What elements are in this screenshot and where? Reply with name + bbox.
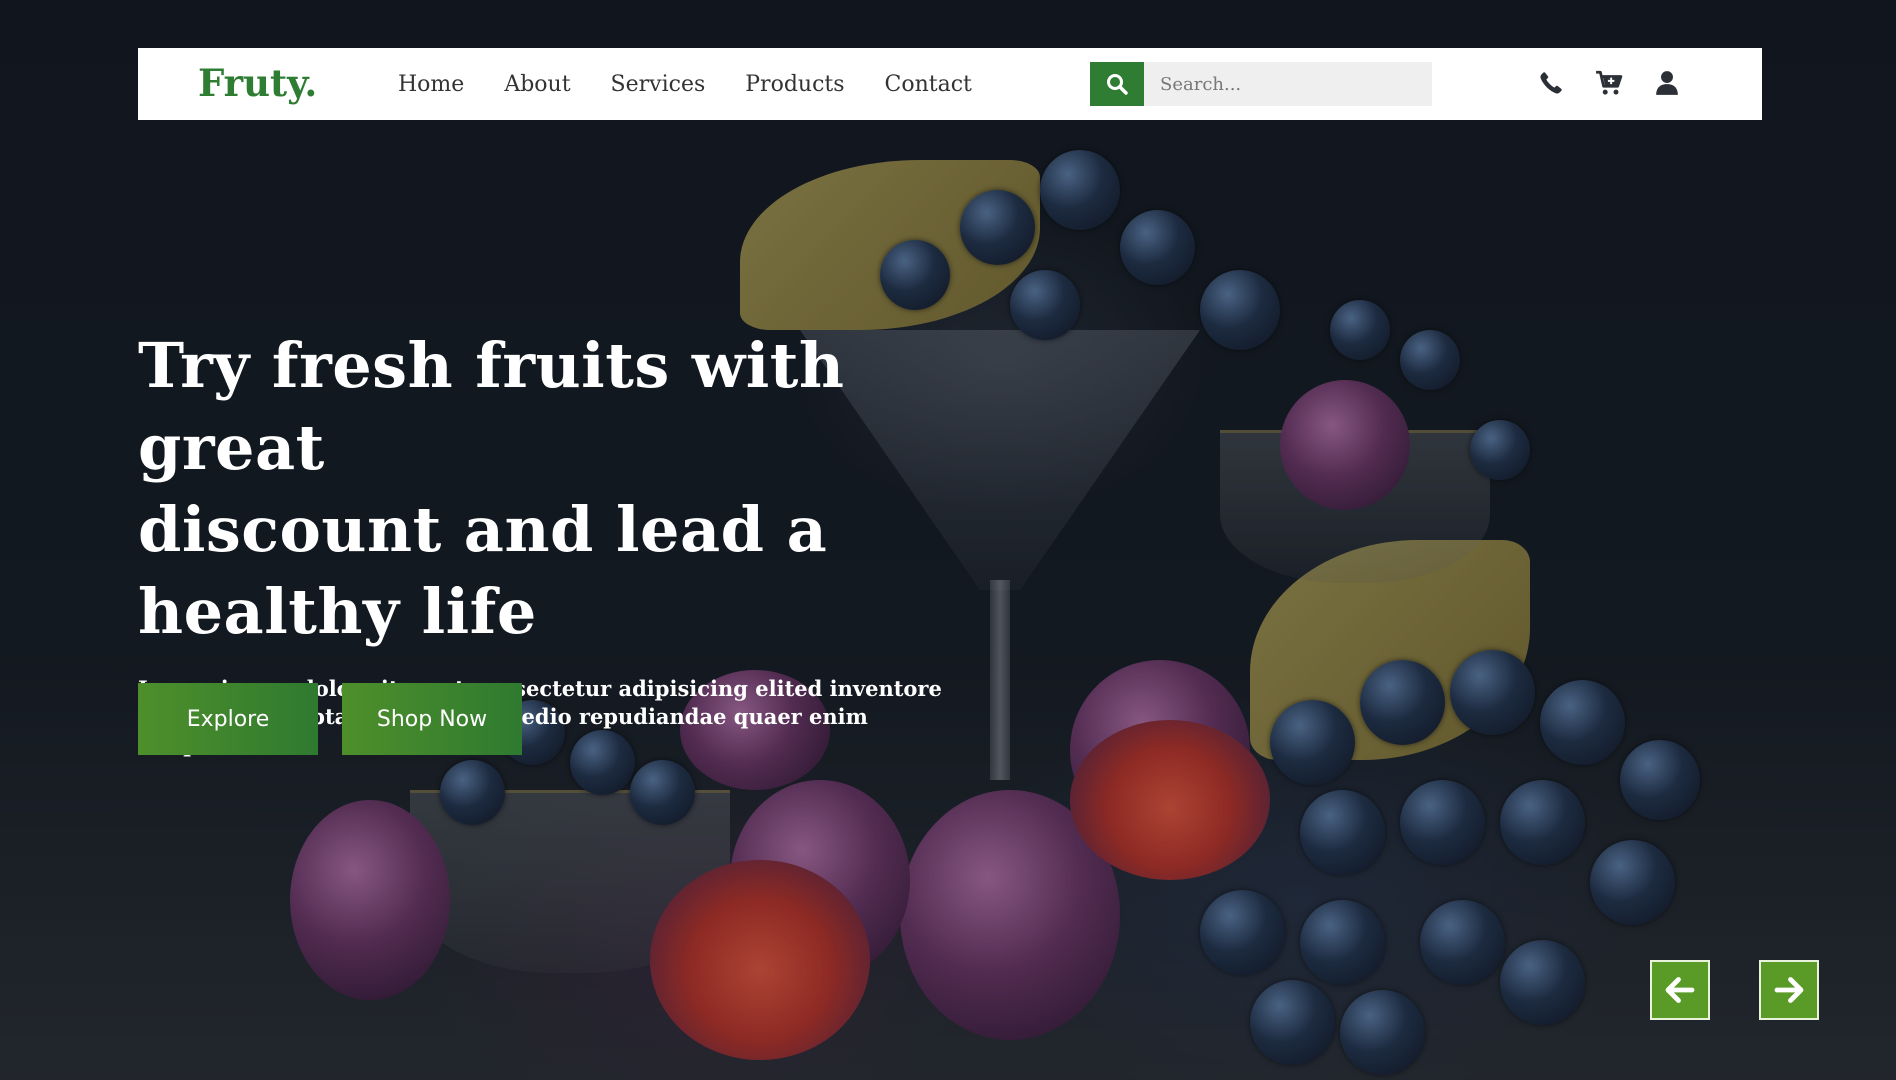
nav-menu: Home About Services Products Contact <box>398 48 1012 120</box>
nav-icons <box>1534 66 1684 100</box>
nav-link-about[interactable]: About <box>504 72 570 97</box>
phone-icon[interactable] <box>1534 66 1568 100</box>
search-button[interactable] <box>1090 62 1144 106</box>
nav-link-home[interactable]: Home <box>398 72 464 97</box>
arrow-right-icon <box>1774 977 1804 1003</box>
search-bar <box>1090 62 1432 106</box>
nav-link-products[interactable]: Products <box>745 72 844 97</box>
user-icon[interactable] <box>1650 66 1684 100</box>
headline-line: healthy life <box>138 575 537 648</box>
nav-link-services[interactable]: Services <box>611 72 706 97</box>
arrow-left-icon <box>1665 977 1695 1003</box>
slider-prev-button[interactable] <box>1650 960 1710 1020</box>
shop-now-button[interactable]: Shop Now <box>342 683 522 755</box>
hero-headline: Try fresh fruits with great discount and… <box>138 325 1038 653</box>
logo[interactable]: Fruty. <box>198 61 317 105</box>
slider-next-button[interactable] <box>1759 960 1819 1020</box>
search-input[interactable] <box>1144 62 1432 106</box>
search-icon <box>1107 74 1128 95</box>
explore-button[interactable]: Explore <box>138 683 318 755</box>
nav-link-contact[interactable]: Contact <box>885 72 972 97</box>
navbar: Fruty. Home About Services Products Cont… <box>138 48 1762 120</box>
headline-line: Try fresh fruits with great <box>138 329 845 484</box>
cart-icon[interactable] <box>1592 66 1626 100</box>
headline-line: discount and lead a <box>138 493 828 566</box>
